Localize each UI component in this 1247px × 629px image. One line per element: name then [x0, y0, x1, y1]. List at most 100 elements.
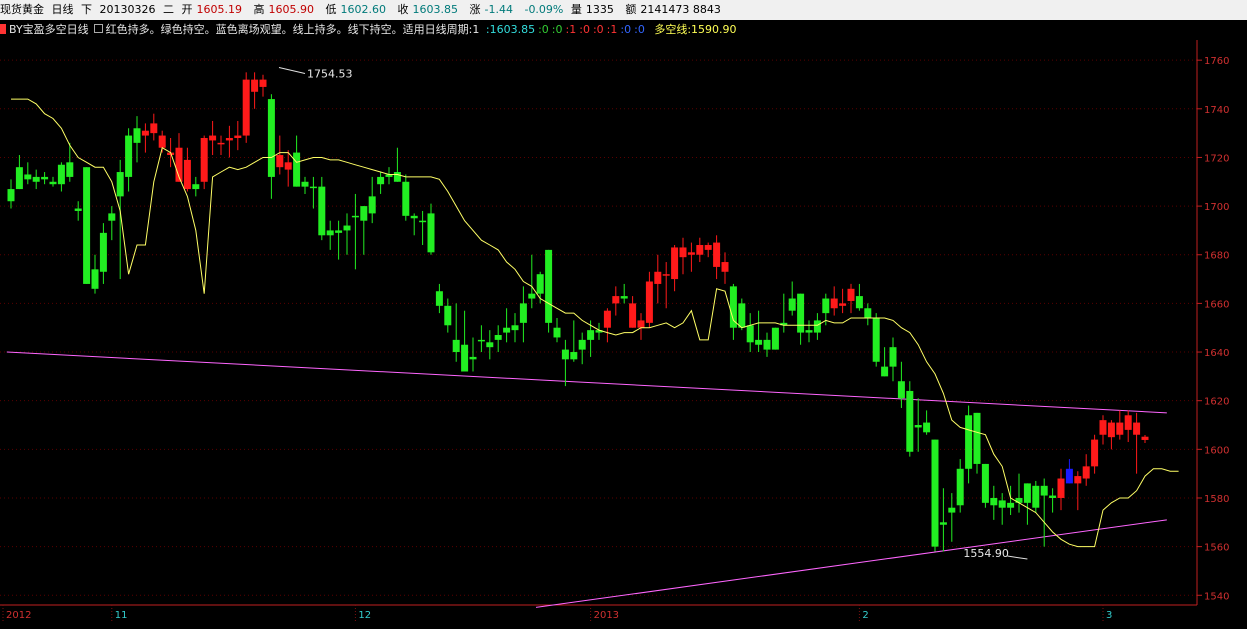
candle-body — [335, 230, 343, 233]
candle-body — [1124, 415, 1132, 430]
candle-body — [965, 415, 973, 469]
price-tick-label: 1640 — [1204, 348, 1229, 359]
candle-body — [1015, 497, 1023, 503]
price-tick-label: 1740 — [1204, 105, 1229, 116]
candle-body — [629, 303, 637, 328]
candle-body — [469, 356, 477, 360]
candle-body — [57, 164, 65, 185]
candle-body — [318, 186, 326, 236]
price-tick-label: 1700 — [1204, 202, 1229, 213]
time-tick-label: 11 — [115, 610, 128, 621]
candle-body — [133, 128, 141, 143]
candle-body — [788, 298, 796, 311]
price-annotations: 1754.53 1554.90 — [278, 66, 1028, 560]
candle-body — [906, 390, 914, 452]
price-tick-label: 1580 — [1204, 494, 1229, 505]
candle-body — [830, 298, 838, 309]
candle-body — [1032, 485, 1040, 508]
candle-body — [704, 245, 712, 250]
candle-body — [687, 252, 695, 255]
candle-body — [1099, 420, 1107, 435]
candle-body — [150, 123, 158, 134]
candle-body — [578, 339, 586, 350]
candle-body — [645, 281, 653, 323]
candle-body — [1116, 422, 1124, 435]
candle-body — [536, 274, 544, 294]
candle-body — [259, 79, 267, 87]
candle-body — [729, 286, 737, 328]
time-tick-label: 2013 — [594, 610, 619, 621]
candle-body — [15, 167, 23, 190]
candle-body — [990, 497, 998, 506]
candle-body — [528, 293, 536, 299]
time-tick-label: 2012 — [6, 610, 31, 621]
candle-body — [351, 215, 359, 218]
candle-body — [511, 325, 519, 331]
candlestick-chart[interactable]: 1754.531554.90 1540156015801600162016401… — [0, 0, 1247, 629]
candle-body — [284, 162, 292, 170]
candle-body — [234, 135, 242, 138]
candle-body — [662, 274, 670, 276]
candle-body — [519, 303, 527, 323]
candle-body — [1007, 502, 1015, 508]
candle-body — [217, 142, 225, 145]
price-tick-label: 1680 — [1204, 251, 1229, 262]
candle-body — [225, 137, 233, 141]
candle-body — [402, 181, 410, 216]
annotation-label: 1554.90 — [963, 547, 1009, 560]
candle-body — [654, 271, 662, 284]
candle-body — [427, 213, 435, 253]
candle-body — [99, 232, 107, 272]
candle-body — [461, 344, 469, 372]
candle-body — [721, 262, 729, 272]
time-tick-label: 2 — [862, 610, 868, 621]
candle-body — [603, 310, 611, 328]
candle-body — [948, 507, 956, 513]
candle-body — [410, 215, 418, 219]
candle-body — [24, 174, 32, 180]
candle-body — [108, 213, 116, 221]
candle-body — [276, 155, 284, 168]
candle-body — [419, 220, 427, 223]
candle-body — [855, 296, 863, 309]
candle-body — [83, 167, 91, 284]
candle-body — [393, 172, 401, 182]
candle-body — [696, 245, 704, 255]
candle-body — [872, 317, 880, 362]
candle-body — [746, 325, 754, 343]
candle-body — [1082, 466, 1090, 479]
trendline-lower — [535, 519, 1167, 608]
candle-body — [998, 500, 1006, 508]
time-tick-label: 3 — [1106, 610, 1112, 621]
candle-body — [494, 335, 502, 340]
candle-body — [183, 159, 191, 190]
candle-body — [931, 439, 939, 547]
candle-body — [763, 339, 771, 350]
candle-body — [251, 79, 259, 92]
candle-body — [671, 247, 679, 280]
price-axis: 1540 1560 1580 1600 1620 1640 1660 1680 1700 1720… — [1196, 40, 1229, 605]
candle-body — [620, 296, 628, 299]
candle-body — [444, 305, 452, 326]
candle-body — [914, 425, 922, 428]
candle-body — [561, 349, 569, 360]
candle-body — [713, 242, 721, 267]
trendline-upper — [6, 351, 1167, 414]
candle-body — [91, 269, 99, 289]
time-tick-label: 12 — [358, 610, 371, 621]
candle-body — [897, 381, 905, 399]
annotation-leader — [1007, 555, 1028, 560]
candle-body — [956, 468, 964, 506]
candle-body — [738, 303, 746, 328]
candle-body — [1049, 495, 1057, 498]
candle-body — [553, 327, 561, 338]
candle-body — [267, 99, 275, 177]
price-tick-label: 1540 — [1204, 591, 1229, 602]
candle-body — [32, 176, 40, 182]
candle-body — [125, 135, 133, 177]
annotation-label: 1754.53 — [307, 67, 353, 80]
candle-body — [326, 230, 334, 236]
candle-body — [1074, 476, 1082, 484]
candle-body — [981, 463, 989, 503]
candles — [7, 72, 1149, 552]
